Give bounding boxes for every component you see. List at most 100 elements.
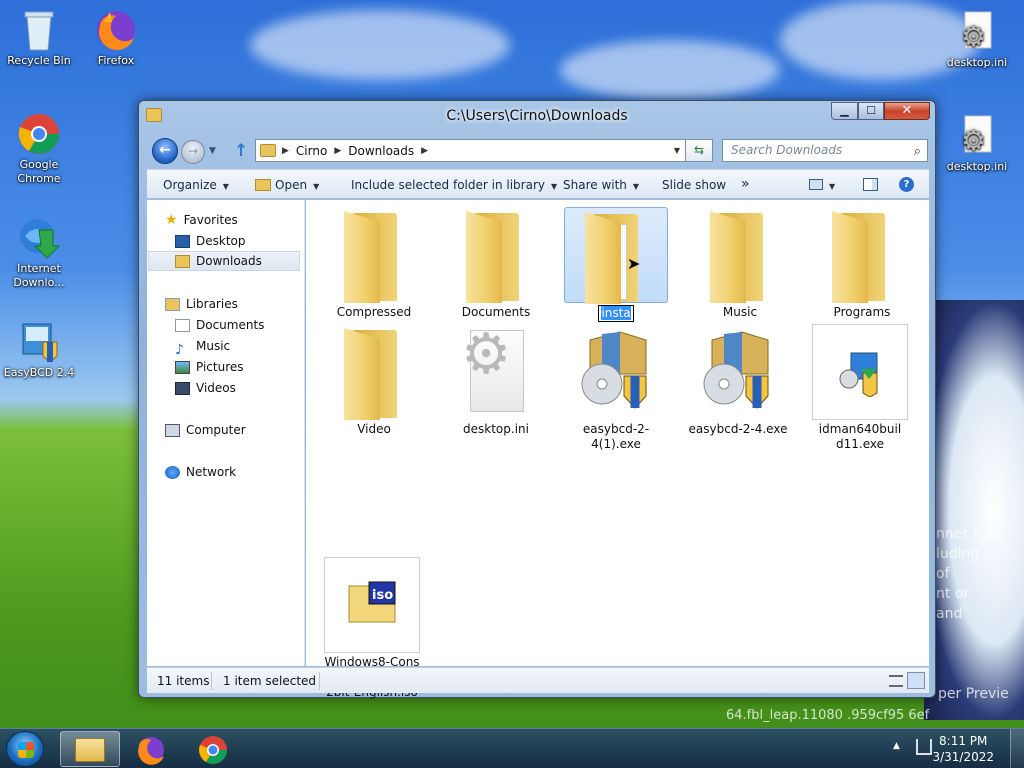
help-icon: ?: [899, 177, 914, 192]
setup-icon: [566, 324, 666, 420]
help-button[interactable]: ?: [899, 176, 914, 192]
nav-libraries[interactable]: Libraries: [165, 294, 238, 314]
desktop-icon-desktop-ini[interactable]: ⚙ desktop.ini: [937, 10, 1017, 70]
settings-file-icon: ⚙: [955, 114, 999, 158]
recent-pages-button[interactable]: ▼: [209, 146, 216, 156]
file-item-video[interactable]: Video: [324, 324, 424, 437]
file-item-easybcd[interactable]: easybcd-2-4.exe: [688, 324, 788, 437]
breadcrumb-downloads[interactable]: Downloads: [348, 144, 414, 158]
maximize-button[interactable]: ☐: [858, 102, 884, 120]
refresh-icon: ⇆: [693, 143, 705, 157]
close-button[interactable]: ✕: [884, 102, 930, 120]
minimize-button[interactable]: ▁: [831, 102, 858, 120]
settings-file-icon: [446, 324, 546, 420]
chevron-right-icon[interactable]: ▶: [421, 146, 428, 156]
nav-music[interactable]: ♪ Music: [175, 336, 230, 358]
nav-videos[interactable]: Videos: [175, 378, 236, 398]
rename-field[interactable]: insta: [598, 305, 634, 322]
folder-icon: [260, 144, 276, 157]
slide-show-button[interactable]: Slide show: [662, 178, 726, 192]
clock[interactable]: 8:11 PM 3/31/2022: [932, 733, 994, 765]
start-button[interactable]: [6, 731, 44, 767]
share-with-button[interactable]: Share with ▼: [563, 178, 639, 192]
desktop-icon-idm[interactable]: Internet Downlo...: [1, 216, 77, 290]
organize-button[interactable]: Organize ▼: [163, 178, 229, 192]
file-item-compressed[interactable]: Compressed: [324, 207, 424, 320]
forward-button[interactable]: →: [181, 140, 205, 164]
desktop-icon-recycle-bin[interactable]: Recycle Bin: [1, 8, 77, 68]
taskbar-explorer-button[interactable]: [60, 731, 120, 767]
up-button[interactable]: ↑: [234, 141, 248, 161]
chevron-right-icon[interactable]: ▶: [282, 146, 289, 156]
address-bar[interactable]: ▶ Cirno ▶ Downloads ▶ ▼: [255, 139, 713, 162]
nav-network[interactable]: Network: [165, 462, 236, 482]
easybcd-icon: [17, 320, 61, 364]
desktop-icon-chrome[interactable]: Google Chrome: [1, 112, 77, 186]
wallpaper-character: [924, 300, 1024, 720]
nav-documents[interactable]: Documents: [175, 315, 264, 335]
details-view-icon[interactable]: [889, 675, 903, 687]
pictures-icon: [175, 360, 190, 374]
file-name: idman640build11.exe: [818, 422, 902, 451]
mouse-cursor-icon: ➤: [627, 254, 641, 273]
file-item-documents[interactable]: Documents: [446, 207, 546, 320]
taskbar-chrome-button[interactable]: [184, 731, 244, 767]
back-button[interactable]: ←: [152, 138, 178, 164]
firefox-icon: [138, 737, 164, 765]
nav-downloads[interactable]: Downloads: [148, 251, 300, 271]
cloud: [250, 10, 510, 80]
file-item-programs[interactable]: Programs: [812, 207, 912, 320]
desktop-icon-label: Recycle Bin: [7, 54, 71, 67]
taskbar-firefox-button[interactable]: [122, 731, 182, 767]
item-count: 11 items: [157, 674, 210, 688]
folder-icon: [446, 207, 546, 303]
library-icon: [165, 297, 180, 311]
include-in-library-button[interactable]: Include selected folder in library ▼: [351, 178, 557, 192]
more-commands-button[interactable]: »: [741, 176, 750, 192]
file-item-idman[interactable]: idman640build11.exe: [810, 324, 910, 452]
refresh-button[interactable]: ⇆: [685, 139, 713, 162]
file-item-music[interactable]: Music: [690, 207, 790, 320]
folder-icon: [324, 207, 424, 303]
nav-computer[interactable]: Computer: [165, 420, 246, 440]
desktop-icon-firefox[interactable]: Firefox: [78, 8, 154, 68]
file-item-insta[interactable]: ➤ insta: [564, 207, 668, 322]
view-icon: [809, 179, 823, 190]
nav-pictures[interactable]: Pictures: [175, 357, 244, 377]
selection-count: 1 item selected: [223, 674, 317, 688]
chevron-down-icon[interactable]: ▼: [674, 146, 680, 155]
preview-pane-icon: [863, 178, 878, 191]
search-icon[interactable]: ⌕: [914, 141, 921, 162]
svg-text:⚙: ⚙: [961, 20, 986, 53]
status-divider: [319, 672, 320, 690]
search-input[interactable]: Search Downloads ⌕: [722, 139, 928, 162]
chevron-right-icon[interactable]: ▶: [334, 146, 341, 156]
breadcrumb-cirno[interactable]: Cirno: [296, 144, 327, 158]
nav-desktop[interactable]: Desktop: [175, 231, 246, 251]
network-tray-icon[interactable]: [916, 739, 932, 755]
wallpaper-text: nner may: [936, 526, 1004, 542]
file-item-easybcd-1[interactable]: easybcd-2-4(1).exe: [566, 324, 666, 452]
change-view-button[interactable]: ▼: [809, 178, 835, 192]
large-icons-view-icon[interactable]: [907, 672, 925, 689]
show-desktop-button[interactable]: [1010, 729, 1024, 768]
wallpaper-text: per Previe: [938, 686, 1009, 702]
internet-download-manager-icon: [17, 216, 61, 260]
folder-open-icon: [255, 179, 271, 191]
show-hidden-icons-button[interactable]: ▲: [893, 741, 900, 751]
desktop-icon: [175, 234, 190, 248]
folder-icon: [324, 324, 424, 420]
open-button[interactable]: Open ▼: [255, 178, 319, 192]
idm-setup-icon: [812, 324, 908, 420]
file-name: Video: [357, 422, 391, 436]
preview-pane-button[interactable]: [863, 178, 878, 194]
desktop-icon-easybcd[interactable]: EasyBCD 2.4: [1, 320, 77, 380]
desktop-icon-label: Internet Downlo...: [13, 262, 65, 289]
desktop-icon-desktop-ini-2[interactable]: ⚙ desktop.ini: [937, 114, 1017, 174]
nav-favorites[interactable]: ★ Favorites: [165, 210, 238, 230]
network-icon: [165, 465, 180, 479]
file-item-desktop-ini[interactable]: desktop.ini: [446, 324, 546, 437]
file-name: easybcd-2-4(1).exe: [582, 422, 650, 451]
title-bar[interactable]: C:\Users\Cirno\Downloads ▁ ☐ ✕: [139, 101, 935, 131]
desktop-icon-label: desktop.ini: [946, 160, 1008, 173]
